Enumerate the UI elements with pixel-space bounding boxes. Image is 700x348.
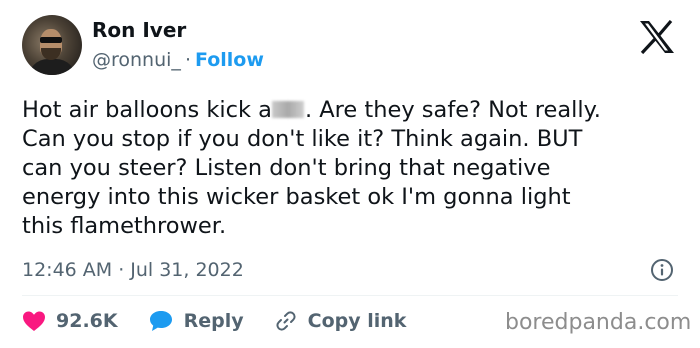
redaction-blur (271, 101, 304, 118)
action-bar: 92.6K Reply Copy link (22, 306, 436, 336)
avatar[interactable] (22, 15, 82, 75)
reply-label: Reply (183, 310, 244, 332)
timestamp[interactable]: 12:46 AM · Jul 31, 2022 (22, 258, 244, 282)
x-logo-icon[interactable] (638, 20, 676, 54)
link-icon (276, 311, 296, 331)
avatar-shirt (28, 59, 76, 75)
like-count: 92.6K (56, 310, 118, 332)
author-name[interactable]: Ron Iver (92, 18, 186, 42)
divider (22, 295, 678, 296)
handle-row: @ronnui_ · Follow (92, 48, 264, 72)
avatar-sunglasses (40, 37, 62, 43)
watermark: boredpanda.com (505, 310, 692, 335)
copy-link-button[interactable]: Copy link (274, 309, 407, 333)
tweet-date: Jul 31, 2022 (130, 259, 244, 281)
reply-bubble-icon (149, 311, 172, 331)
follow-button[interactable]: Follow (195, 49, 264, 71)
heart-icon (23, 311, 45, 331)
like-button[interactable]: 92.6K (22, 310, 118, 332)
timestamp-separator: · (118, 259, 125, 281)
tweet-card: Ron Iver @ronnui_ · Follow Hot air balloon… (0, 0, 700, 348)
tweet-text: Hot air balloons kick a. Are they safe? … (22, 96, 692, 241)
reply-button[interactable]: Reply (148, 309, 244, 333)
tweet-text-start: Hot air balloons kick a (22, 97, 272, 123)
handle-separator: · (184, 49, 191, 71)
author-handle[interactable]: @ronnui_ (92, 49, 181, 71)
info-icon[interactable] (650, 258, 674, 282)
tweet-time: 12:46 AM (22, 259, 113, 281)
copy-link-label: Copy link (307, 310, 407, 332)
